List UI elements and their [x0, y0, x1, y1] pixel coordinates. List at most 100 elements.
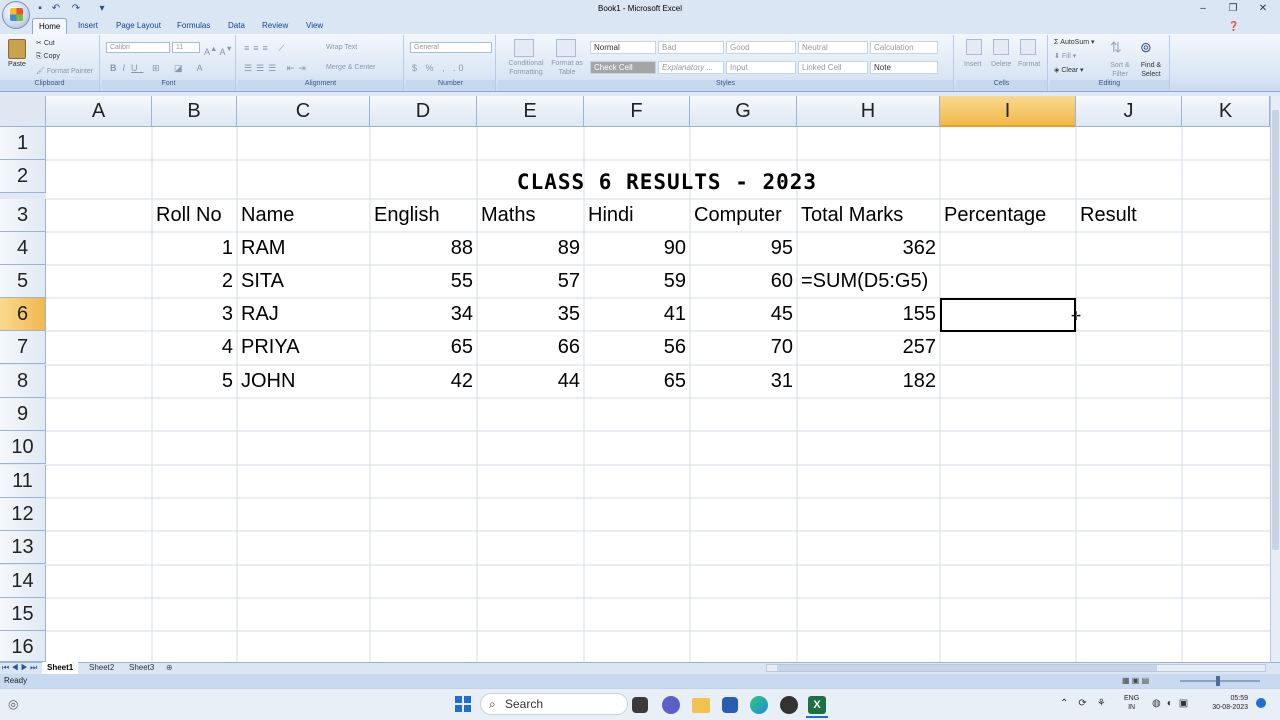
insert-button[interactable]: Insert: [964, 61, 982, 68]
store-icon[interactable]: [722, 697, 738, 713]
horizontal-scrollbar[interactable]: [766, 664, 1266, 672]
header-result[interactable]: Result: [1076, 199, 1141, 232]
cell-total-marks[interactable]: 155: [797, 298, 940, 331]
row-header-5[interactable]: 5: [0, 265, 46, 298]
sort-filter-button[interactable]: Sort & Filter: [1106, 61, 1134, 79]
clock[interactable]: 05:59 30-08-2023: [1200, 694, 1248, 712]
row-header-12[interactable]: 12: [0, 498, 46, 531]
excel-taskbar-icon[interactable]: X: [808, 696, 826, 714]
column-header-j[interactable]: J: [1076, 96, 1182, 127]
file-explorer-icon[interactable]: [692, 698, 710, 713]
column-header-a[interactable]: A: [46, 96, 152, 127]
help-icon[interactable]: ❓: [1228, 21, 1239, 32]
sheet-tab-sheet2[interactable]: Sheet2: [84, 662, 119, 674]
zoom-slider-thumb[interactable]: [1216, 676, 1220, 686]
cell-total-marks-formula[interactable]: =SUM(D5:G5): [797, 265, 932, 298]
header-computer[interactable]: Computer: [690, 199, 786, 232]
tab-review[interactable]: Review: [256, 18, 294, 34]
row-header-6[interactable]: 6: [0, 298, 46, 331]
format-as-table-button[interactable]: Format as Table: [548, 59, 586, 77]
style-calculation[interactable]: Calculation: [870, 41, 938, 54]
tab-formulas[interactable]: Formulas: [171, 18, 216, 34]
column-header-k[interactable]: K: [1182, 96, 1270, 127]
chat-icon[interactable]: [662, 696, 680, 714]
header-name[interactable]: Name: [237, 199, 298, 232]
column-header-i[interactable]: I: [940, 96, 1076, 127]
header-percentage[interactable]: Percentage: [940, 199, 1050, 232]
number-format-icons[interactable]: $ % , .0: [412, 63, 467, 73]
cell-total-marks[interactable]: 362: [797, 232, 940, 265]
tab-home[interactable]: Home: [32, 18, 68, 34]
cell-roll-no[interactable]: 5: [152, 365, 237, 398]
cell-name[interactable]: RAJ: [237, 298, 283, 331]
cell-maths[interactable]: 89: [477, 232, 584, 265]
style-note[interactable]: Note: [870, 61, 938, 74]
grow-font-icon[interactable]: A▲ A▼: [204, 44, 233, 57]
cell-english[interactable]: 55: [370, 265, 477, 298]
taskbar-search[interactable]: ⌕ Search: [480, 693, 628, 715]
autosum-button[interactable]: Σ AutoSum ▾: [1054, 38, 1095, 46]
start-icon[interactable]: [455, 696, 471, 712]
format-cells-icon[interactable]: [1020, 39, 1036, 55]
task-view-icon[interactable]: [632, 697, 648, 713]
language-indicator[interactable]: ENG IN: [1124, 694, 1139, 712]
header-hindi[interactable]: Hindi: [584, 199, 638, 232]
scrollbar-thumb[interactable]: [1272, 110, 1279, 550]
cell-roll-no[interactable]: 3: [152, 298, 237, 331]
active-cell-selection[interactable]: [940, 298, 1076, 332]
row-header-3[interactable]: 3: [0, 199, 46, 232]
cell-hindi[interactable]: 90: [584, 232, 690, 265]
style-check-cell[interactable]: Check Cell: [590, 61, 656, 74]
tab-view[interactable]: View: [300, 18, 329, 34]
header-english[interactable]: English: [370, 199, 444, 232]
row-header-9[interactable]: 9: [0, 398, 46, 431]
cell-maths[interactable]: 57: [477, 265, 584, 298]
cell-hindi[interactable]: 59: [584, 265, 690, 298]
cell-roll-no[interactable]: 4: [152, 331, 237, 364]
row-header-16[interactable]: 16: [0, 631, 46, 662]
style-bad[interactable]: Bad: [658, 41, 724, 54]
row-header-8[interactable]: 8: [0, 365, 46, 398]
chrome-icon[interactable]: [780, 696, 798, 714]
restore-icon[interactable]: ❐: [1220, 2, 1246, 16]
column-header-h[interactable]: H: [797, 96, 940, 127]
tab-page-layout[interactable]: Page Layout: [110, 18, 167, 34]
cell-hindi[interactable]: 56: [584, 331, 690, 364]
conditional-formatting-button[interactable]: Conditional Formatting: [504, 59, 548, 77]
insert-cells-icon[interactable]: [966, 39, 982, 55]
cell-maths[interactable]: 66: [477, 331, 584, 364]
cell-name[interactable]: RAM: [237, 232, 289, 265]
select-all-corner[interactable]: [0, 96, 46, 127]
notification-icon[interactable]: [1256, 698, 1266, 708]
paste-button[interactable]: Paste: [8, 61, 26, 68]
zoom-slider[interactable]: [1180, 680, 1260, 682]
binoculars-icon[interactable]: ⊚: [1140, 39, 1158, 57]
row-header-11[interactable]: 11: [0, 465, 46, 498]
cell-name[interactable]: SITA: [237, 265, 288, 298]
office-button[interactable]: [2, 1, 30, 29]
cell-name[interactable]: PRIYA: [237, 331, 304, 364]
copy-button[interactable]: ⎘ Copy: [36, 53, 60, 61]
network-sound-icons[interactable]: ◍◐▣: [1152, 698, 1194, 709]
cut-button[interactable]: ✂ Cut: [36, 39, 55, 47]
widgets-icon[interactable]: ◎: [8, 697, 18, 711]
row-header-14[interactable]: 14: [0, 565, 46, 598]
column-header-d[interactable]: D: [370, 96, 477, 127]
style-input[interactable]: Input: [726, 61, 796, 74]
style-normal[interactable]: Normal: [590, 41, 656, 54]
delete-button[interactable]: Delete: [991, 61, 1011, 68]
cell-english[interactable]: 42: [370, 365, 477, 398]
row-header-1[interactable]: 1: [0, 127, 46, 160]
cell-name[interactable]: JOHN: [237, 365, 299, 398]
header-total-marks[interactable]: Total Marks: [797, 199, 907, 232]
tab-data[interactable]: Data: [222, 18, 251, 34]
number-format-box[interactable]: General: [410, 42, 492, 53]
column-header-c[interactable]: C: [237, 96, 370, 127]
cell-maths[interactable]: 44: [477, 365, 584, 398]
cell-hindi[interactable]: 65: [584, 365, 690, 398]
cell-english[interactable]: 88: [370, 232, 477, 265]
sheet-title[interactable]: CLASS 6 RESULTS - 2023: [152, 166, 1182, 198]
wrap-text-button[interactable]: Wrap Text: [326, 44, 357, 51]
font-size-box[interactable]: 11: [172, 42, 200, 53]
format-table-icon[interactable]: [556, 39, 576, 57]
